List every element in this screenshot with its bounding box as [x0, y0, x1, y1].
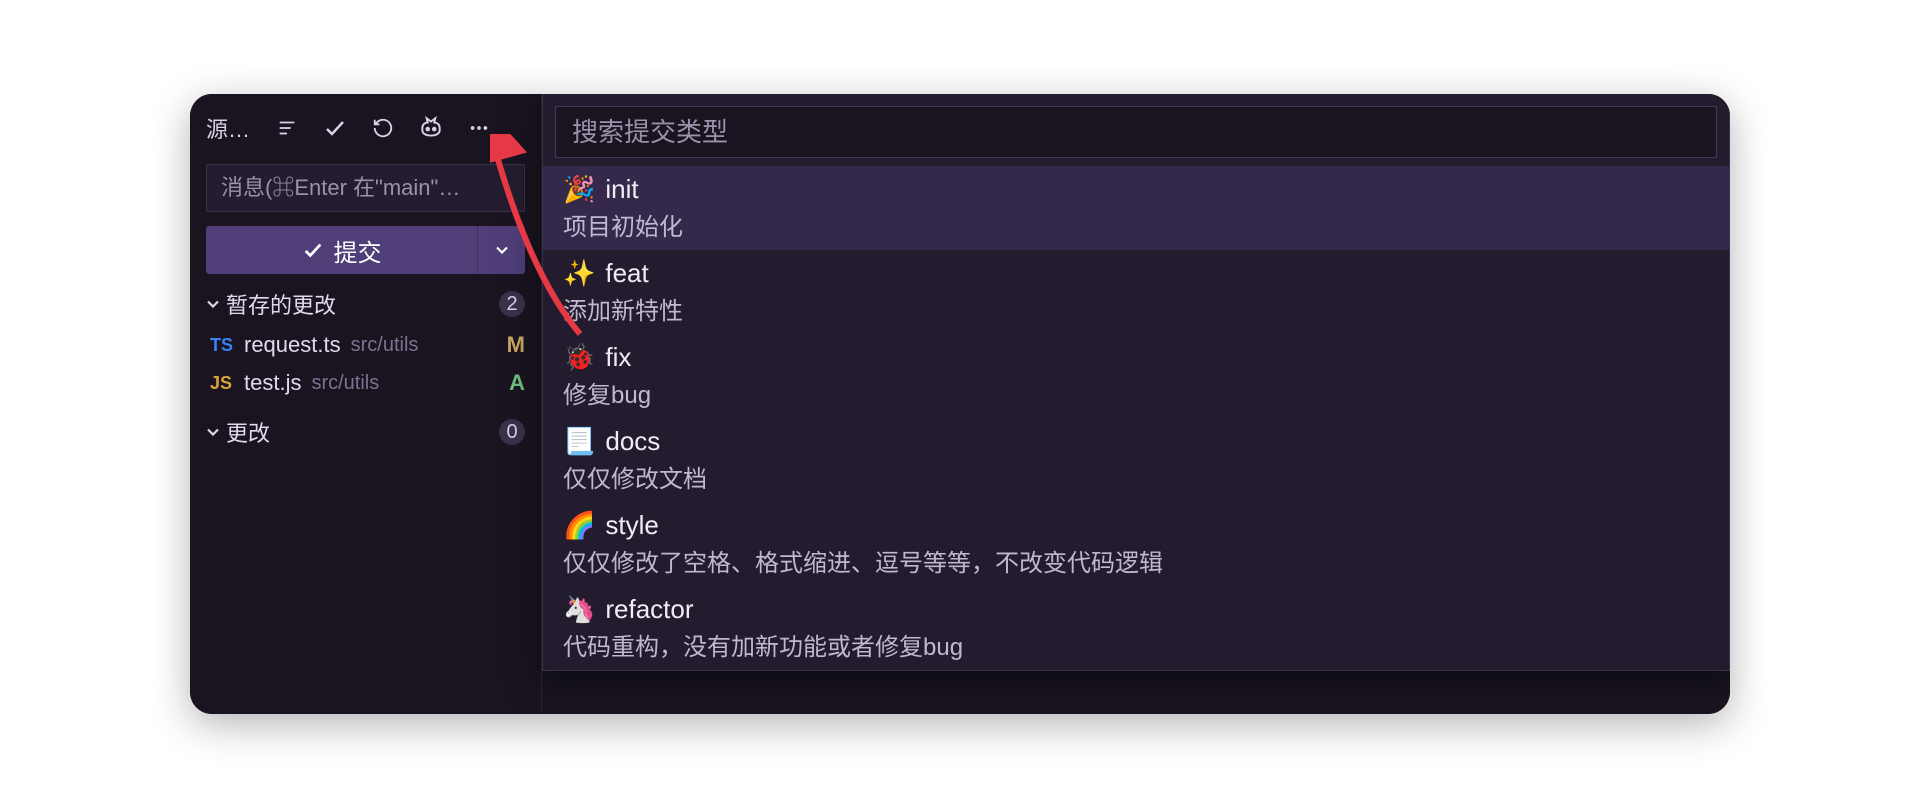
- commit-type-emoji: ✨: [563, 258, 595, 289]
- quickpick-item[interactable]: 📃 docs仅仅修改文档: [543, 418, 1729, 502]
- section-label: 更改: [226, 416, 499, 448]
- file-path: src/utils: [351, 334, 503, 357]
- commit-type-keyword: docs: [605, 426, 660, 457]
- view-as-tree-icon[interactable]: [272, 113, 302, 143]
- commit-type-emoji: 🐞: [563, 342, 595, 373]
- sidebar-header: 源…: [190, 94, 541, 154]
- staged-changes-section[interactable]: 暂存的更改 2: [190, 274, 541, 326]
- github-cat-icon[interactable]: [416, 113, 446, 143]
- refresh-icon[interactable]: [368, 113, 398, 143]
- commit-type-emoji: 🌈: [563, 510, 595, 541]
- commit-type-emoji: 📃: [563, 426, 595, 457]
- commit-message-input[interactable]: [206, 164, 525, 212]
- check-icon[interactable]: [320, 113, 350, 143]
- chevron-down-icon: [200, 422, 226, 442]
- file-row[interactable]: JStest.js src/utilsA: [190, 364, 541, 402]
- commit-type-keyword: refactor: [605, 594, 693, 625]
- commit-type-description: 仅仅修改了空格、格式缩进、逗号等等，不改变代码逻辑: [563, 543, 1709, 578]
- file-row[interactable]: TSrequest.ts src/utilsM: [190, 326, 541, 364]
- chevron-down-icon: [200, 294, 226, 314]
- commit-type-keyword: init: [605, 174, 638, 205]
- commit-type-keyword: fix: [605, 342, 631, 373]
- commit-type-emoji: 🎉: [563, 174, 595, 205]
- section-count-badge: 0: [499, 419, 525, 445]
- section-count-badge: 2: [499, 291, 525, 317]
- file-type-icon: JS: [210, 373, 244, 394]
- commit-type-description: 仅仅修改文档: [563, 459, 1709, 494]
- more-actions-icon[interactable]: [464, 113, 494, 143]
- file-type-icon: TS: [210, 335, 244, 356]
- quickpick-list: 🎉 init项目初始化 ✨ feat添加新特性 🐞 fix修复bug 📃 docs仅仅修改文档…: [543, 166, 1729, 670]
- commit-type-description: 修复bug: [563, 375, 1709, 410]
- source-control-sidebar: 源…: [190, 94, 542, 714]
- file-name: test.js: [244, 370, 301, 396]
- file-path: src/utils: [311, 372, 503, 395]
- file-status-badge: A: [503, 370, 525, 396]
- commit-button[interactable]: 提交: [206, 226, 477, 274]
- changes-section[interactable]: 更改 0: [190, 402, 541, 454]
- commit-dropdown-button[interactable]: [477, 226, 525, 274]
- quickpick-item[interactable]: 🦄 refactor代码重构，没有加新功能或者修复bug: [543, 586, 1729, 670]
- commit-button-label: 提交: [334, 233, 382, 268]
- commit-type-description: 项目初始化: [563, 207, 1709, 242]
- sidebar-title: 源…: [206, 112, 250, 144]
- staged-files-list: TSrequest.ts src/utilsM JStest.js src/utils…: [190, 326, 541, 402]
- file-status-badge: M: [503, 332, 525, 358]
- commit-type-keyword: style: [605, 510, 658, 541]
- commit-type-keyword: feat: [605, 258, 648, 289]
- quickpick-panel: 🎉 init项目初始化 ✨ feat添加新特性 🐞 fix修复bug 📃 docs仅仅修改文档…: [542, 94, 1730, 671]
- quickpick-item[interactable]: ✨ feat添加新特性: [543, 250, 1729, 334]
- quickpick-item[interactable]: 🌈 style仅仅修改了空格、格式缩进、逗号等等，不改变代码逻辑: [543, 502, 1729, 586]
- commit-type-emoji: 🦄: [563, 594, 595, 625]
- commit-button-bar: 提交: [206, 226, 525, 274]
- commit-type-description: 代码重构，没有加新功能或者修复bug: [563, 627, 1709, 662]
- quickpick-search-input[interactable]: [555, 106, 1717, 158]
- file-name: request.ts: [244, 332, 341, 358]
- quickpick-item[interactable]: 🎉 init项目初始化: [543, 166, 1729, 250]
- editor-area: git-commit-plugin redjue ⬇ 48,091 ★★★★★ …: [542, 94, 1730, 714]
- vscode-window: 源…: [190, 94, 1730, 714]
- commit-type-description: 添加新特性: [563, 291, 1709, 326]
- section-label: 暂存的更改: [226, 288, 499, 320]
- quickpick-item[interactable]: 🐞 fix修复bug: [543, 334, 1729, 418]
